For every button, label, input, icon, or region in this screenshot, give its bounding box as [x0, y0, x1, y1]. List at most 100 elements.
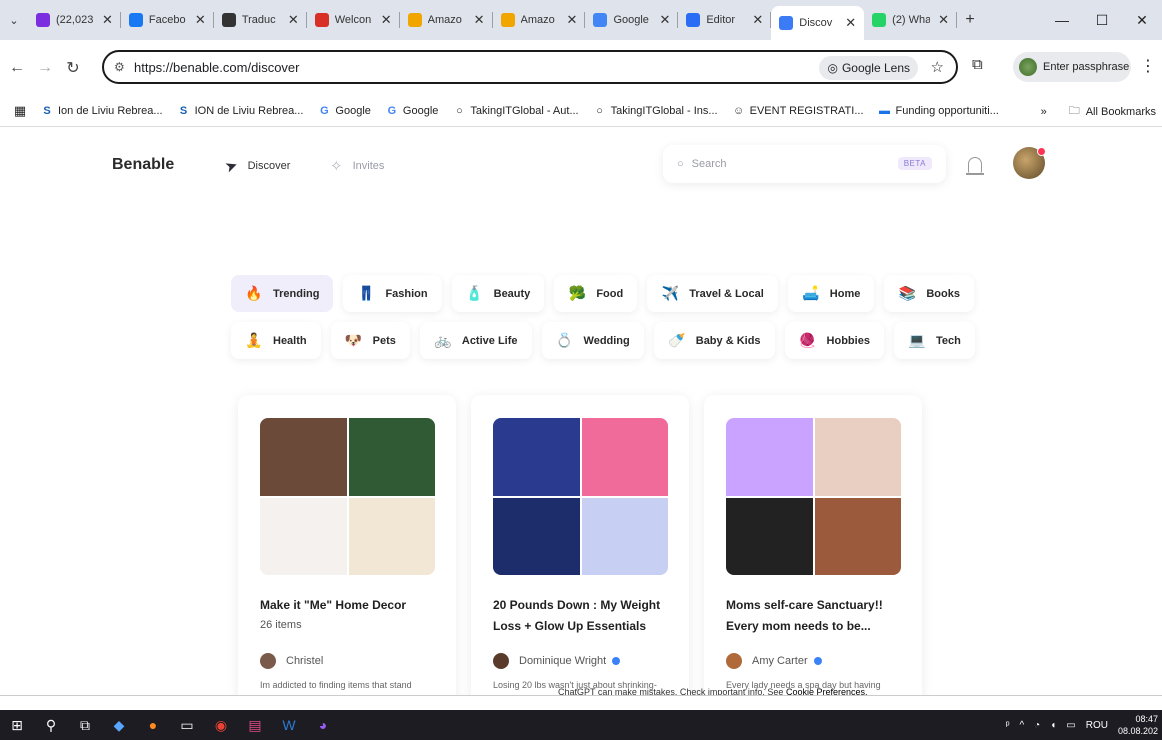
user-avatar[interactable] [1013, 147, 1046, 179]
windows-start-icon[interactable]: ⊞ [0, 710, 34, 740]
battery-icon[interactable]: ▭ [1066, 720, 1075, 731]
all-bookmarks-button[interactable]: All Bookmarks [1086, 106, 1156, 118]
volume-icon[interactable]: ◖ [1050, 720, 1056, 731]
category-chip[interactable]: 🥦 Food [554, 275, 638, 312]
reload-icon[interactable]: ↻ [62, 58, 84, 78]
close-window-icon[interactable]: ✕ [1122, 0, 1162, 40]
tab-search-dropdown-icon[interactable]: ⌄ [0, 0, 28, 40]
category-chip[interactable]: 🍼 Baby & Kids [653, 322, 775, 359]
category-chip[interactable]: 🧘 Health [231, 322, 321, 359]
category-chips: 🔥 Trending 👖 Fashion 🧴 Beauty 🥦 Food ✈️ Travel & … [231, 275, 975, 369]
bookmark-item[interactable]: ○ TakingITGlobal - Aut... [452, 104, 579, 118]
new-tab-button[interactable]: + [957, 11, 983, 29]
close-tab-icon[interactable]: ✕ [288, 12, 299, 28]
close-tab-icon[interactable]: ✕ [752, 12, 763, 28]
nav-discover[interactable]: ➤ Discover [223, 156, 291, 176]
ion-icon: S [179, 105, 188, 117]
calculator-icon[interactable]: ▤ [238, 710, 272, 740]
profile-button[interactable]: Enter passphrase [1013, 52, 1131, 82]
close-tab-icon[interactable]: ✕ [381, 12, 392, 28]
word-icon[interactable]: W [272, 710, 306, 740]
category-chip[interactable]: 🔥 Trending [231, 275, 334, 312]
bookmark-item[interactable]: ▬ Funding opportuniti... [878, 104, 999, 118]
address-bar[interactable]: ⚙ https://benable.com/discover ◎ Google … [102, 50, 958, 84]
category-chip[interactable]: 🧴 Beauty [451, 275, 545, 312]
browser-tab[interactable]: Amazo ✕ [493, 0, 586, 40]
chevron-up-icon[interactable]: ^ [1019, 720, 1024, 731]
extensions-icon[interactable]: ⧉ [972, 56, 983, 73]
network-icon[interactable]: ◔ [1034, 720, 1040, 731]
category-chip[interactable]: 🧶 Hobbies [784, 322, 884, 359]
category-icon: 📚 [898, 285, 917, 301]
benable-logo[interactable]: Benable [112, 156, 174, 174]
category-chip[interactable]: 💍 Wedding [541, 322, 644, 359]
people-icon[interactable]: ᵖ [1006, 720, 1010, 731]
browser-tab[interactable]: Traduc ✕ [214, 0, 307, 40]
search-input[interactable]: ○ Search BETA [663, 145, 946, 183]
collection-image [726, 418, 901, 575]
browser-tab[interactable]: Google ✕ [585, 0, 679, 40]
browser-tab[interactable]: Welcon ✕ [307, 0, 400, 40]
maximize-icon[interactable]: ☐ [1082, 0, 1122, 40]
browser-tab[interactable]: (2) Wha ✕ [864, 0, 957, 40]
close-tab-icon[interactable]: ✕ [659, 12, 670, 28]
collection-card[interactable]: Make it "Me" Home Decor 26 items Christel I… [238, 395, 456, 697]
category-label: Pets [372, 334, 396, 347]
bookmark-item[interactable]: ○ TakingITGlobal - Ins... [593, 104, 717, 118]
close-tab-icon[interactable]: ✕ [938, 12, 949, 28]
tab-title: Traduc [241, 14, 276, 26]
browser-menu-icon[interactable]: ⋮ [1140, 56, 1156, 76]
category-chip[interactable]: 👖 Fashion [343, 275, 442, 312]
terminal-icon[interactable]: ▭ [170, 710, 204, 740]
forward-icon[interactable]: → [34, 59, 56, 77]
minimize-icon[interactable]: — [1042, 0, 1082, 40]
google-lens-button[interactable]: ◎ Google Lens [819, 56, 918, 80]
bookmark-item[interactable]: S ION de Liviu Rebrea... [177, 104, 304, 118]
author[interactable]: Amy Carter [726, 653, 822, 669]
apps-grid-icon[interactable]: ▦ [0, 103, 40, 119]
category-chip[interactable]: 💻 Tech [893, 322, 975, 359]
author[interactable]: Christel [260, 653, 323, 669]
browser-tab[interactable]: (22,023 ✕ [28, 0, 121, 40]
task-view-icon[interactable]: ⧉ [68, 710, 102, 740]
site-info-icon[interactable]: ⚙ [114, 60, 134, 74]
clock[interactable]: 08:47 08.08.202 [1118, 713, 1158, 737]
nav-invites[interactable]: ✧ Invites [330, 157, 384, 175]
category-chip[interactable]: 🚲 Active Life [419, 322, 532, 359]
browser-tab[interactable]: Discov ✕ [771, 6, 865, 40]
chrome-icon[interactable]: ◉ [204, 710, 238, 740]
search-taskbar-icon[interactable]: ⚲ [34, 710, 68, 740]
game-icon[interactable]: ◕ [306, 710, 340, 740]
close-tab-icon[interactable]: ✕ [102, 12, 113, 28]
browser-tab[interactable]: Editor ✕ [678, 0, 772, 40]
category-chip[interactable]: 🐶 Pets [330, 322, 410, 359]
author[interactable]: Dominique Wright [493, 653, 621, 669]
bookmark-item[interactable]: G Google [317, 104, 371, 118]
url-text: https://benable.com/discover [134, 59, 300, 75]
category-chip[interactable]: ✈️ Travel & Local [647, 275, 778, 312]
language-indicator[interactable]: ROU [1086, 720, 1108, 731]
bookmarks-overflow-button[interactable]: » [1041, 106, 1047, 118]
app-icon-1[interactable]: ◆ [102, 710, 136, 740]
back-icon[interactable]: ← [6, 59, 28, 77]
close-tab-icon[interactable]: ✕ [474, 12, 485, 28]
close-tab-icon[interactable]: ✕ [195, 12, 206, 28]
collection-card[interactable]: Moms self-care Sanctuary!! Every mom nee… [704, 395, 922, 697]
bookmark-item[interactable]: ☺ EVENT REGISTRATI... [732, 104, 864, 118]
category-label: Tech [935, 334, 961, 347]
category-icon: 🍼 [668, 332, 686, 348]
close-tab-icon[interactable]: ✕ [567, 12, 578, 28]
close-tab-icon[interactable]: ✕ [845, 15, 856, 31]
browser-tab[interactable]: Amazo ✕ [400, 0, 493, 40]
firefox-icon[interactable]: ● [136, 710, 170, 740]
bookmark-item[interactable]: G Google [385, 104, 439, 118]
collection-card[interactable]: 20 Pounds Down : My Weight Loss + Glow U… [471, 395, 689, 697]
bookmarks-bar: ▦ S Ion de Liviu Rebrea... S ION de Liviu R… [0, 96, 1162, 127]
bookmark-star-icon[interactable]: ☆ [931, 58, 944, 76]
bookmark-item[interactable]: S Ion de Liviu Rebrea... [40, 104, 162, 118]
category-chip[interactable]: 🛋️ Home [787, 275, 875, 312]
browser-chrome: ⌄ (22,023 ✕ Facebo ✕ Traduc ✕ Welcon ✕ Amazo ✕ Ama… [0, 0, 1162, 127]
category-chip[interactable]: 📚 Books [884, 275, 974, 312]
browser-tab[interactable]: Facebo ✕ [121, 0, 214, 40]
notification-bell-icon[interactable] [966, 157, 984, 175]
